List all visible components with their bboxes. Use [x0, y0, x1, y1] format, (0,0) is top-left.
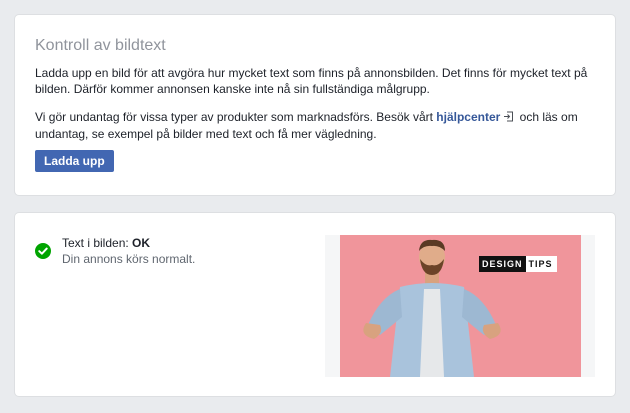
upload-button[interactable]: Ladda upp	[35, 150, 114, 172]
caption-check-card: Kontroll av bildtext Ladda upp en bild f…	[15, 15, 615, 195]
external-link-icon[interactable]	[503, 110, 514, 126]
design-tips-badge: DESIGN TIPS	[479, 256, 557, 272]
result-card: Text i bilden: OK Din annons körs normal…	[15, 213, 615, 396]
badge-tips: TIPS	[525, 256, 557, 272]
exceptions-text: Vi gör undantag för vissa typer av produ…	[35, 109, 605, 142]
badge-design: DESIGN	[479, 256, 526, 272]
image-preview: DESIGN TIPS	[325, 235, 595, 377]
check-circle-icon	[35, 243, 51, 259]
status-label: Text i bilden:	[62, 236, 133, 250]
status-value: OK	[132, 236, 151, 250]
status-line: Text i bilden: OK	[62, 235, 150, 251]
card-title: Kontroll av bildtext	[35, 37, 166, 54]
preview-image: DESIGN TIPS	[340, 235, 581, 377]
exceptions-text-start: Vi gör undantag för vissa typer av produ…	[35, 110, 437, 124]
status-detail: Din annons körs normalt.	[62, 252, 196, 266]
intro-text: Ladda upp en bild för att avgöra hur myc…	[35, 66, 588, 96]
help-center-link[interactable]: hjälpcenter	[436, 110, 500, 124]
